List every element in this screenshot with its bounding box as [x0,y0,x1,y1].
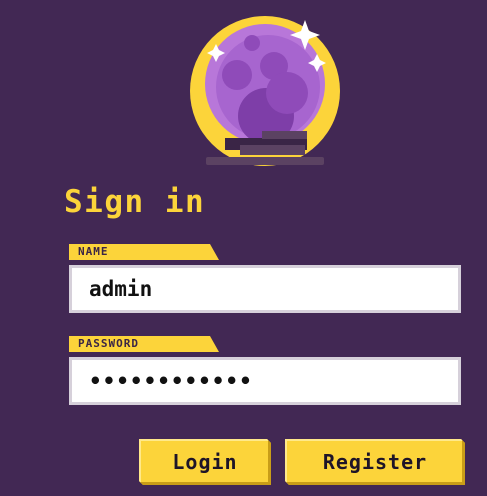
name-input[interactable] [69,265,461,313]
name-label: NAME [69,244,219,260]
password-input[interactable] [69,357,461,405]
password-label: PASSWORD [69,336,219,352]
login-button[interactable]: Login [139,439,271,485]
register-button[interactable]: Register [285,439,465,485]
page-title: Sign in [64,184,206,220]
crystal-ball-icon [190,16,340,166]
